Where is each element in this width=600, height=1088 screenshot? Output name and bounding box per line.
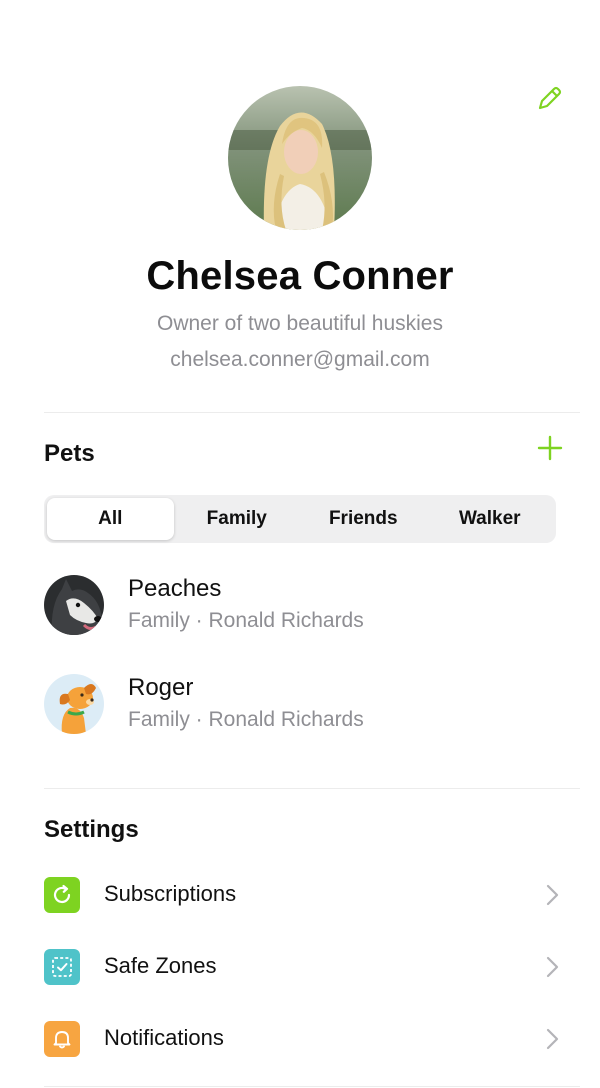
settings-item-safe-zones[interactable]: Safe Zones xyxy=(44,947,568,987)
pets-section-title: Pets xyxy=(44,440,95,467)
divider xyxy=(44,412,580,413)
settings-section-title: Settings xyxy=(44,816,139,843)
chevron-right-icon xyxy=(546,956,559,978)
filter-tab-all[interactable]: All xyxy=(47,498,174,540)
pet-avatar-roger xyxy=(44,674,104,734)
pet-list-item[interactable]: Peaches Family · Ronald Richards xyxy=(44,575,580,637)
pet-list-item[interactable]: Roger Family · Ronald Richards xyxy=(44,674,580,736)
add-pet-button[interactable] xyxy=(532,430,568,466)
chevron-right-icon xyxy=(546,1028,559,1050)
plus-icon xyxy=(537,435,563,461)
zone-check-icon xyxy=(44,949,80,985)
settings-item-notifications[interactable]: Notifications xyxy=(44,1019,568,1059)
pet-name: Peaches xyxy=(128,575,222,602)
bell-icon xyxy=(44,1021,80,1057)
filter-tab-family[interactable]: Family xyxy=(174,498,301,540)
edit-profile-button[interactable] xyxy=(530,80,568,118)
settings-item-label: Notifications xyxy=(104,1025,224,1050)
pet-filter-segmented-control: All Family Friends Walker xyxy=(44,495,556,543)
profile-avatar xyxy=(228,86,372,230)
pet-name: Roger xyxy=(128,674,194,701)
pet-avatar-peaches xyxy=(44,575,104,635)
settings-item-label: Safe Zones xyxy=(104,953,217,978)
profile-name: Chelsea Conner xyxy=(146,254,454,298)
pet-subtitle: Family · Ronald Richards xyxy=(128,708,364,731)
filter-tab-walker[interactable]: Walker xyxy=(427,498,554,540)
settings-item-label: Subscriptions xyxy=(104,881,237,906)
profile-email: chelsea.conner@gmail.com xyxy=(170,348,430,371)
pet-subtitle: Family · Ronald Richards xyxy=(128,609,364,632)
refresh-icon xyxy=(44,877,80,913)
filter-tab-friends[interactable]: Friends xyxy=(300,498,427,540)
chevron-right-icon xyxy=(546,884,559,906)
divider xyxy=(44,788,580,789)
pencil-icon xyxy=(538,86,562,110)
profile-bio: Owner of two beautiful huskies xyxy=(157,312,443,335)
divider xyxy=(44,1086,580,1087)
settings-item-subscriptions[interactable]: Subscriptions xyxy=(44,875,568,915)
